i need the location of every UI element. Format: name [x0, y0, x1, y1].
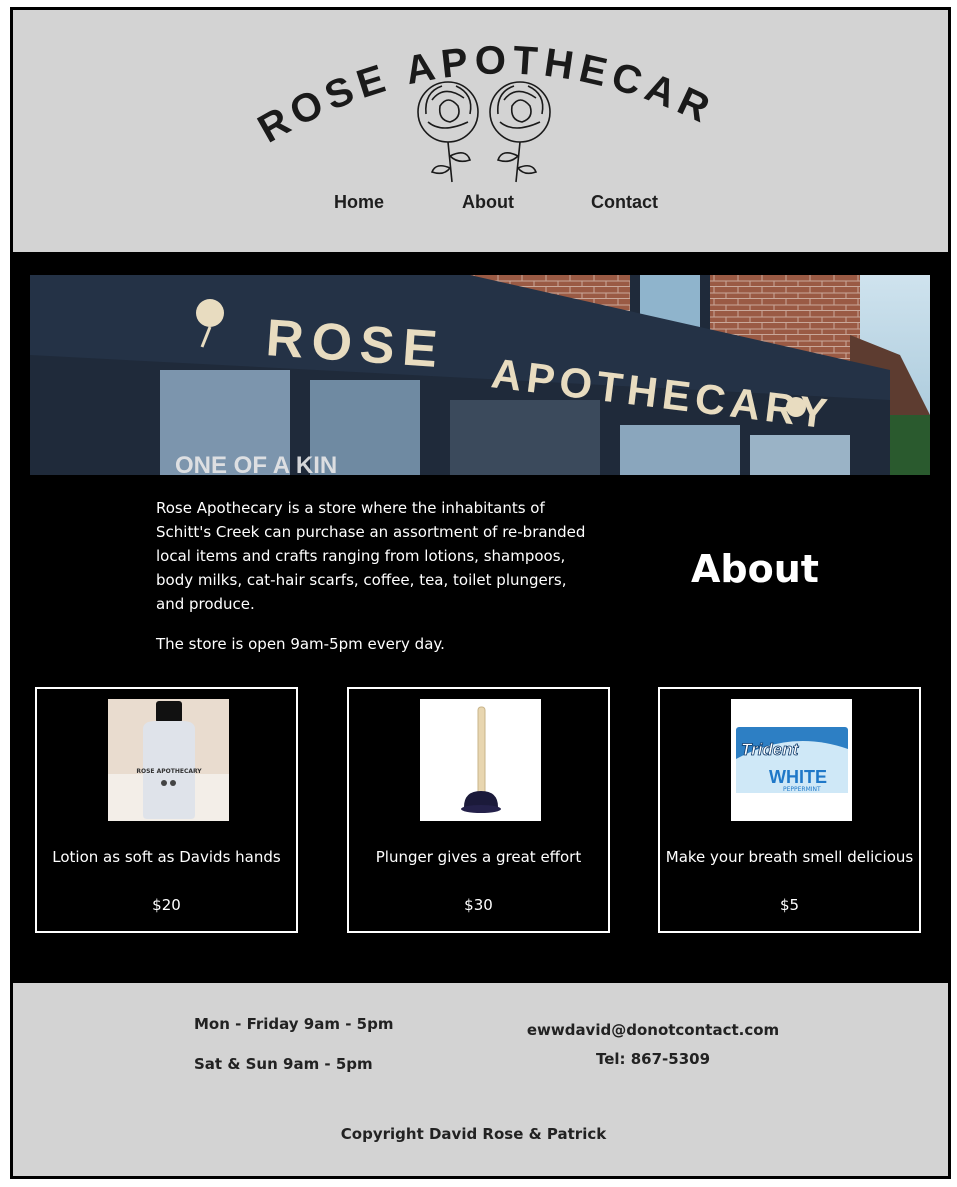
- svg-text:WHITE: WHITE: [769, 767, 827, 787]
- contact-phone[interactable]: Tel: 867-5309: [503, 1050, 803, 1068]
- nav-contact-link[interactable]: Contact: [591, 192, 658, 213]
- about-paragraph: Rose Apothecary is a store where the inh…: [156, 499, 586, 613]
- nav-home-link[interactable]: Home: [334, 192, 384, 213]
- product-card[interactable]: Trident WHITE PEPPERMINT Make your breat…: [658, 687, 921, 933]
- site-footer: Mon - Friday 9am - 5pm Sat & Sun 9am - 5…: [13, 980, 948, 1176]
- storefront-hero-image: ROSE APOTHECARY ONE OF A KIN: [30, 275, 930, 475]
- window-lettering: ONE OF A KIN: [175, 452, 337, 475]
- svg-text:ROSE APOTHECARY: ROSE APOTHECARY: [248, 24, 718, 152]
- site-header: ROSE APOTHECARY: [13, 10, 948, 255]
- rose-apothecary-logo[interactable]: ROSE APOTHECARY: [248, 24, 718, 189]
- hours-paragraph: The store is open 9am-5pm every day.: [156, 635, 445, 653]
- lotion-bottle-icon: ROSE APOTHECARY: [108, 699, 229, 821]
- contact-email[interactable]: ewwdavid@donotcontact.com: [503, 1021, 803, 1039]
- product-description: Plunger gives a great effort: [375, 848, 582, 866]
- about-heading: About: [691, 547, 819, 591]
- rose-icon: [489, 81, 551, 183]
- brand-wordmark: ROSE APOTHECARY: [248, 24, 714, 152]
- hours-weekday: Mon - Friday 9am - 5pm: [194, 1015, 394, 1033]
- product-price: $5: [779, 896, 800, 914]
- product-description: Lotion as soft as Davids hands: [52, 848, 281, 866]
- svg-text:Trident: Trident: [741, 740, 800, 759]
- about-text-block: Rose Apothecary is a store where the inh…: [156, 496, 596, 672]
- product-price: $20: [152, 896, 181, 914]
- svg-text:PEPPERMINT: PEPPERMINT: [783, 786, 821, 793]
- page-frame: ROSE APOTHECARY: [10, 7, 951, 1179]
- gum-pack-icon: Trident WHITE PEPPERMINT: [731, 699, 852, 821]
- svg-text:ROSE APOTHECARY: ROSE APOTHECARY: [136, 768, 202, 775]
- rose-icon: [417, 81, 479, 183]
- copyright: Copyright David Rose & Patrick: [340, 1125, 607, 1143]
- plunger-icon: [420, 699, 541, 821]
- product-description: Make your breath smell delicious: [665, 848, 914, 866]
- product-price: $30: [464, 896, 493, 914]
- hours-weekend: Sat & Sun 9am - 5pm: [194, 1055, 373, 1073]
- product-card[interactable]: ROSE APOTHECARY Lotion as soft as Davids…: [35, 687, 298, 933]
- product-card[interactable]: Plunger gives a great effort $30: [347, 687, 610, 933]
- main-nav: Home About Contact: [13, 192, 948, 216]
- nav-about-link[interactable]: About: [462, 192, 514, 213]
